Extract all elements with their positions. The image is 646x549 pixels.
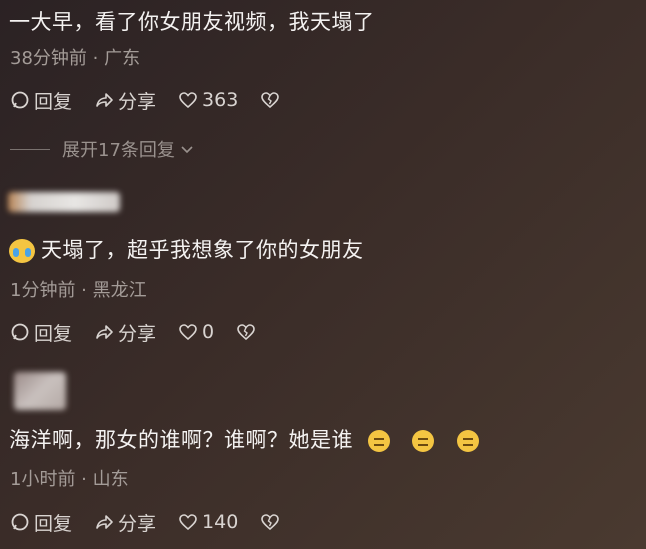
comment-meta-3: 1小时前 · 山东 <box>10 469 129 490</box>
expand-label: 展开17条回复 <box>62 140 175 161</box>
dislike-button[interactable] <box>260 90 284 110</box>
avatar-blurred[interactable] <box>14 372 66 410</box>
comment-text-3: 海洋啊，那女的谁啊？谁啊？她是谁 <box>9 424 482 454</box>
broken-heart-icon <box>261 514 280 531</box>
share-icon <box>96 93 113 107</box>
expand-divider <box>10 148 50 150</box>
reply-icon <box>11 323 29 341</box>
like-count: 0 <box>202 321 215 343</box>
crying-face-icon <box>9 239 35 263</box>
like-button[interactable]: 0 <box>178 321 214 343</box>
heart-icon <box>179 92 197 109</box>
like-button[interactable]: 363 <box>178 89 238 111</box>
chevron-down-icon <box>181 146 193 154</box>
reply-icon <box>11 513 29 531</box>
share-icon <box>96 515 113 529</box>
reply-label: 回复 <box>34 90 73 113</box>
share-label: 分享 <box>118 90 157 113</box>
share-label: 分享 <box>118 512 157 535</box>
like-count: 140 <box>202 511 239 533</box>
comment-actions-3: 回复 分享 140 <box>10 509 306 535</box>
comment-text-1: 一大早，看了你女朋友视频，我天塌了 <box>9 10 375 34</box>
broken-heart-icon <box>237 324 255 341</box>
blurred-username <box>8 192 120 212</box>
comment-text-3-body: 海洋啊，那女的谁啊？谁啊？她是谁 <box>9 428 353 452</box>
comment-meta-1: 38分钟前 · 广东 <box>10 48 141 69</box>
comment-actions-2: 回复 分享 0 <box>10 319 282 345</box>
dislike-button[interactable] <box>236 322 260 342</box>
share-button[interactable]: 分享 <box>94 509 156 536</box>
share-button[interactable]: 分享 <box>94 87 156 114</box>
reply-button[interactable]: 回复 <box>10 509 72 536</box>
comment-actions-1: 回复 分享 363 <box>10 87 306 113</box>
blurred-avatar-image <box>14 372 66 410</box>
share-button[interactable]: 分享 <box>94 319 156 346</box>
reply-label: 回复 <box>34 512 73 535</box>
share-label: 分享 <box>118 322 157 345</box>
reply-icon <box>11 91 29 109</box>
expand-replies-button[interactable]: 展开17条回复 <box>10 136 195 162</box>
dislike-button[interactable] <box>260 512 284 532</box>
comment-text-2: 天塌了，超乎我想象了你的女朋友 <box>9 234 364 264</box>
broken-heart-icon <box>261 92 280 109</box>
comment-meta-2: 1分钟前 · 黑龙江 <box>10 280 147 301</box>
like-button[interactable]: 140 <box>178 511 238 533</box>
reply-label: 回复 <box>34 322 73 345</box>
avatar-username-blurred[interactable] <box>8 192 120 212</box>
heart-icon <box>179 324 197 341</box>
comment-text-2-body: 天塌了，超乎我想象了你的女朋友 <box>41 238 364 262</box>
share-icon <box>96 325 113 339</box>
like-count: 363 <box>202 89 239 111</box>
heart-icon <box>179 514 197 531</box>
reply-button[interactable]: 回复 <box>10 319 72 346</box>
stare-face-icon <box>368 430 391 452</box>
dizzy-face-icon <box>412 430 435 452</box>
reply-button[interactable]: 回复 <box>10 87 72 114</box>
pleading-face-icon <box>456 430 479 452</box>
